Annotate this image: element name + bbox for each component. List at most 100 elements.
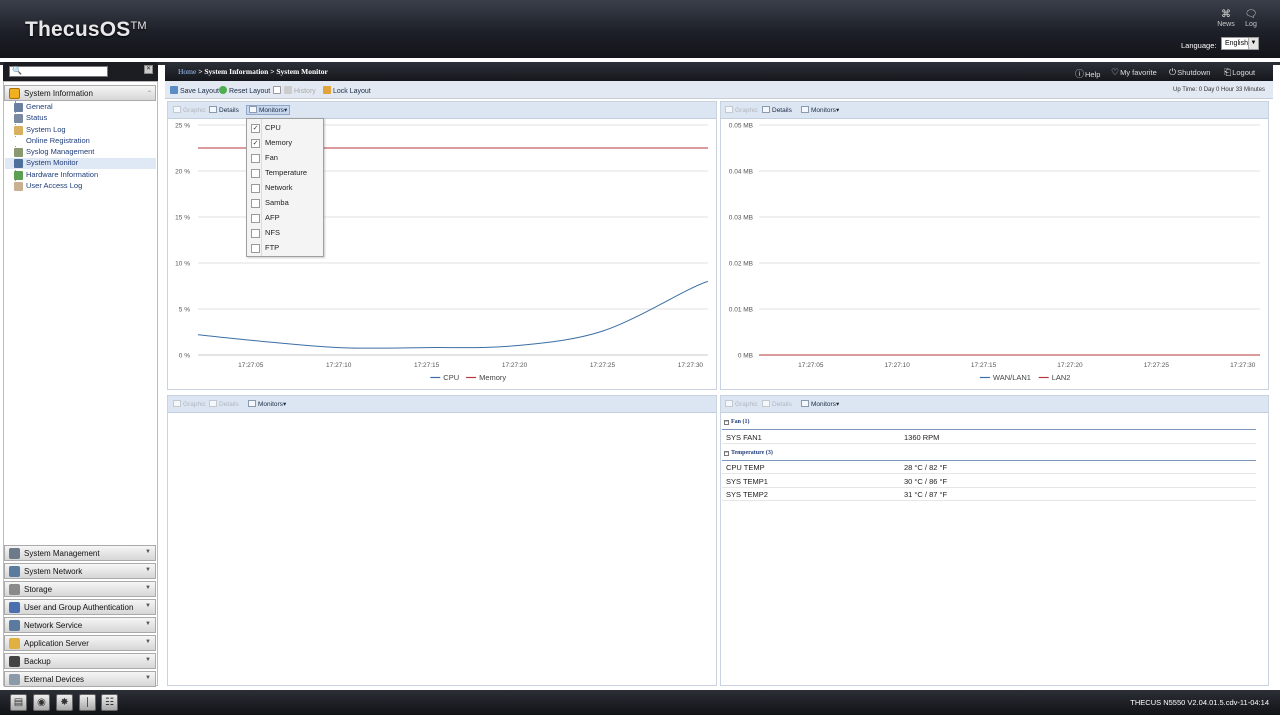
- monitors-menu-button[interactable]: Monitors▾: [801, 106, 839, 114]
- x-tick-label: 17:27:20: [502, 362, 528, 369]
- sidebar-item-syslog-management[interactable]: Syslog Management: [14, 147, 94, 158]
- y-tick-label: 0.04 MB: [729, 169, 753, 176]
- checkbox-checked[interactable]: ✓: [251, 124, 260, 133]
- sidebar-item-online-registration[interactable]: Online Registration: [14, 136, 90, 147]
- shutdown-link[interactable]: ⏻Shutdown: [1169, 67, 1210, 78]
- graphic-button[interactable]: Graphic: [173, 106, 206, 114]
- network-icon[interactable]: ☷: [101, 694, 118, 711]
- logout-link[interactable]: ⎗Logout: [1224, 67, 1255, 78]
- menu-item-afp[interactable]: AFP: [251, 213, 280, 226]
- sidebar-section-system-network[interactable]: System Network ▼: [4, 563, 156, 579]
- details-button[interactable]: Details: [762, 106, 792, 114]
- sidebar-item-user-access-log[interactable]: User Access Log: [14, 181, 82, 192]
- table-row: SYS TEMP1 30 °C / 86 °F: [722, 475, 1256, 488]
- registration-icon: [14, 137, 23, 146]
- reset-layout-button[interactable]: Reset Layout: [219, 86, 270, 95]
- chevron-down-icon: ▼: [145, 675, 151, 681]
- breadcrumb-home-link[interactable]: Home: [178, 67, 196, 76]
- menu-item-nfs[interactable]: NFS: [251, 228, 280, 241]
- x-tick-label: 17:27:25: [1144, 362, 1170, 369]
- checkbox-checked[interactable]: ✓: [251, 139, 260, 148]
- sidebar-section-external-devices[interactable]: External Devices ▼: [4, 671, 156, 687]
- sidebar-item-hardware-information[interactable]: Hardware Information: [14, 170, 98, 181]
- power-icon: ⏻: [1169, 67, 1177, 77]
- sidebar-section-network-service[interactable]: Network Service ▼: [4, 617, 156, 633]
- checkbox[interactable]: [251, 184, 260, 193]
- thermometer-icon[interactable]: ∣: [79, 694, 96, 711]
- menu-search-input[interactable]: 🔍: [9, 66, 108, 77]
- sidebar-item-status[interactable]: Status: [14, 113, 47, 124]
- menu-item-memory[interactable]: ✓ Memory: [251, 138, 292, 151]
- breadcrumb-system-information[interactable]: System Information: [204, 67, 268, 76]
- details-button[interactable]: Details: [762, 400, 792, 408]
- checkbox[interactable]: [251, 214, 260, 223]
- search-clear-button[interactable]: ✕: [144, 65, 153, 74]
- graphic-button[interactable]: Graphic: [173, 400, 206, 408]
- log-button[interactable]: 🗨 Log: [1240, 9, 1262, 28]
- checkbox-icon: [273, 86, 281, 94]
- top-header: ThecusOSTM ⌘ News 🗨 Log Language: English ▼: [0, 0, 1280, 60]
- menu-item-temperature[interactable]: Temperature: [251, 168, 307, 181]
- details-button[interactable]: Details: [209, 400, 239, 408]
- lock-layout-button[interactable]: Lock Layout: [323, 86, 371, 95]
- hdd-icon[interactable]: ▤: [10, 694, 27, 711]
- sidebar-item-general[interactable]: General: [14, 102, 53, 113]
- help-link[interactable]: ⓘHelp: [1075, 67, 1100, 80]
- menu-item-samba[interactable]: Samba: [251, 198, 289, 211]
- monitors-menu-button[interactable]: Monitors▾: [801, 400, 839, 408]
- access-log-icon: [14, 182, 23, 191]
- y-tick-label: 0.01 MB: [729, 307, 753, 314]
- network-icon: [9, 566, 20, 577]
- logout-icon: ⎗: [1224, 67, 1232, 77]
- collapse-icon[interactable]: −: [724, 451, 729, 456]
- graphic-button[interactable]: Graphic: [725, 400, 758, 408]
- uptime-display: Up Time: 0 Day 0 Hour 33 Minutes: [1173, 87, 1266, 93]
- details-button[interactable]: Details: [209, 106, 239, 114]
- legend-label: CPU: [443, 373, 459, 382]
- history-button[interactable]: History: [284, 86, 316, 95]
- graphic-button[interactable]: Graphic: [725, 106, 758, 114]
- y-tick-label: 10 %: [175, 261, 190, 268]
- menu-item-network[interactable]: Network: [251, 183, 293, 196]
- checkbox[interactable]: [251, 199, 260, 208]
- fan-section-header[interactable]: − Fan (1): [724, 419, 750, 425]
- history-toggle[interactable]: [273, 86, 283, 95]
- legend-label: Memory: [479, 373, 506, 382]
- monitors-menu-button[interactable]: Monitors▾: [246, 105, 291, 115]
- temperature-section-header[interactable]: − Temperature (3): [724, 450, 773, 456]
- menu-item-cpu[interactable]: ✓ CPU: [251, 123, 281, 136]
- save-layout-button[interactable]: Save Layout: [170, 86, 219, 95]
- sidebar-section-backup[interactable]: Backup ▼: [4, 653, 156, 669]
- disk-icon[interactable]: ◉: [33, 694, 50, 711]
- collapse-icon[interactable]: −: [724, 420, 729, 425]
- sidebar-section-system-information[interactable]: System Information −: [4, 85, 156, 101]
- checkbox[interactable]: [251, 244, 260, 253]
- section-divider: [722, 429, 1256, 430]
- language-select[interactable]: English ▼: [1221, 37, 1259, 50]
- checkbox[interactable]: [251, 229, 260, 238]
- sidebar-section-system-management[interactable]: System Management ▼: [4, 545, 156, 561]
- sidebar-section-storage[interactable]: Storage ▼: [4, 581, 156, 597]
- fan-icon[interactable]: ✸: [56, 694, 73, 711]
- monitors-menu-button[interactable]: Monitors▾: [248, 400, 286, 408]
- backup-icon: [9, 656, 20, 667]
- menu-item-ftp[interactable]: FTP: [251, 243, 279, 256]
- checkbox[interactable]: [251, 154, 260, 163]
- x-tick-label: 17:27:15: [414, 362, 440, 369]
- heart-icon: ♡: [1111, 67, 1120, 77]
- favorite-link[interactable]: ♡My favorite: [1111, 67, 1157, 78]
- log-icon: [14, 126, 23, 135]
- sidebar-item-system-monitor[interactable]: System Monitor: [5, 158, 156, 169]
- collapse-icon[interactable]: −: [147, 89, 151, 95]
- sidebar-item-system-log[interactable]: System Log: [14, 125, 66, 136]
- menu-item-fan[interactable]: Fan: [251, 153, 278, 166]
- x-tick-label: 17:27:10: [326, 362, 352, 369]
- checkbox[interactable]: [251, 169, 260, 178]
- sidebar-section-user-group-auth[interactable]: User and Group Authentication ▼: [4, 599, 156, 615]
- monitors-icon: [801, 106, 809, 113]
- lock-icon: [323, 86, 331, 94]
- y-tick-label: 5 %: [179, 307, 190, 314]
- sidebar-section-application-server[interactable]: Application Server ▼: [4, 635, 156, 651]
- y-tick-label: 0.03 MB: [729, 215, 753, 222]
- news-button[interactable]: ⌘ News: [1215, 9, 1237, 28]
